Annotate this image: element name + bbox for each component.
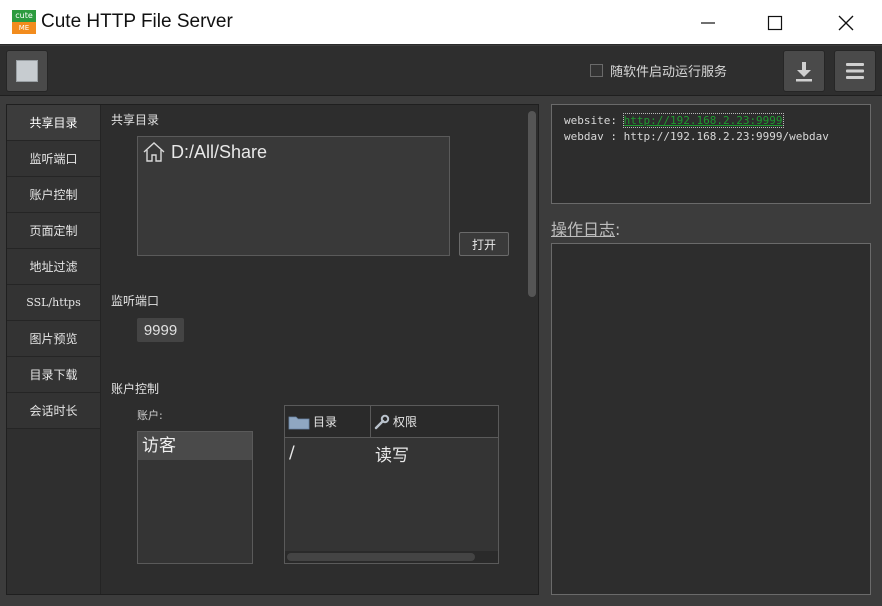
download-icon	[796, 62, 812, 82]
nav-item-address-filter[interactable]: 地址过滤	[7, 249, 100, 285]
operation-log[interactable]	[551, 243, 871, 595]
permission-table-header: 目录 权限	[285, 406, 498, 438]
horizontal-scrollbar[interactable]	[285, 551, 498, 563]
minimize-icon	[701, 21, 715, 24]
users-label: 账户:	[137, 409, 163, 422]
wrench-icon	[374, 414, 390, 429]
user-item[interactable]: 访客	[138, 432, 252, 460]
column-header-permission[interactable]: 权限	[371, 406, 498, 437]
autostart-label: 随软件启动运行服务	[610, 65, 728, 80]
webdav-line: webdav : http://192.168.2.23:9999/webdav	[564, 130, 829, 143]
nav-item-session-duration[interactable]: 会话时长	[7, 393, 100, 429]
vertical-scrollbar[interactable]	[528, 111, 536, 297]
autostart-option[interactable]: 随软件启动运行服务	[590, 61, 727, 80]
home-icon	[143, 142, 165, 162]
log-heading: 操作日志:	[551, 220, 621, 239]
nav-item-listen-port[interactable]: 监听端口	[7, 141, 100, 177]
maximize-icon	[767, 15, 783, 30]
nav-item-shared-dir[interactable]: 共享目录	[7, 105, 100, 141]
open-button[interactable]: 打开	[459, 232, 509, 256]
webdav-url[interactable]: http://192.168.2.23:9999/webdav	[624, 130, 829, 143]
port-input[interactable]: 9999	[137, 318, 184, 342]
server-info-box: website: http://192.168.2.23:9999 webdav…	[551, 104, 871, 204]
user-list[interactable]: 访客	[137, 431, 253, 564]
nav-item-image-preview[interactable]: 图片预览	[7, 321, 100, 357]
close-button[interactable]	[812, 0, 880, 45]
stop-icon	[16, 60, 38, 82]
window-title: Cute HTTP File Server	[41, 11, 233, 32]
nav-item-dir-download[interactable]: 目录下载	[7, 357, 100, 393]
shared-dir-list[interactable]: D:/All/Share	[137, 136, 450, 256]
table-row[interactable]: / 读写	[285, 438, 498, 468]
row-permission: 读写	[375, 445, 409, 466]
settings-panel: 共享目录 监听端口 账户控制 页面定制 地址过滤 SSL/https 图片预览 …	[6, 104, 539, 595]
autostart-checkbox[interactable]	[590, 64, 603, 77]
menu-button[interactable]	[834, 50, 876, 92]
listen-port-heading: 监听端口	[111, 294, 160, 308]
nav-item-page-custom[interactable]: 页面定制	[7, 213, 100, 249]
stop-server-button[interactable]	[6, 50, 48, 92]
toolbar: 随软件启动运行服务	[0, 46, 882, 96]
close-icon	[838, 15, 854, 30]
shared-dir-heading: 共享目录	[111, 113, 160, 127]
row-dir: /	[289, 443, 295, 463]
settings-nav: 共享目录 监听端口 账户控制 页面定制 地址过滤 SSL/https 图片预览 …	[7, 105, 101, 594]
download-button[interactable]	[783, 50, 825, 92]
scrollbar-thumb[interactable]	[287, 553, 475, 561]
title-bar: cute ME Cute HTTP File Server	[0, 0, 882, 45]
nav-item-ssl[interactable]: SSL/https	[7, 285, 100, 321]
permission-table[interactable]: 目录 权限 / 读写	[284, 405, 499, 564]
account-control-heading: 账户控制	[111, 382, 160, 396]
app-logo-icon: cute ME	[12, 10, 36, 34]
shared-dir-path: D:/All/Share	[171, 141, 268, 162]
folder-icon	[288, 416, 310, 429]
maximize-button[interactable]	[741, 0, 809, 45]
website-link[interactable]: http://192.168.2.23:9999	[622, 113, 784, 128]
nav-item-account-control[interactable]: 账户控制	[7, 177, 100, 213]
website-line: website: http://192.168.2.23:9999	[564, 113, 784, 128]
column-header-dir[interactable]: 目录	[285, 406, 371, 437]
shared-dir-item[interactable]: D:/All/Share	[142, 141, 267, 163]
minimize-button[interactable]	[674, 0, 742, 45]
hamburger-menu-icon	[846, 63, 864, 79]
